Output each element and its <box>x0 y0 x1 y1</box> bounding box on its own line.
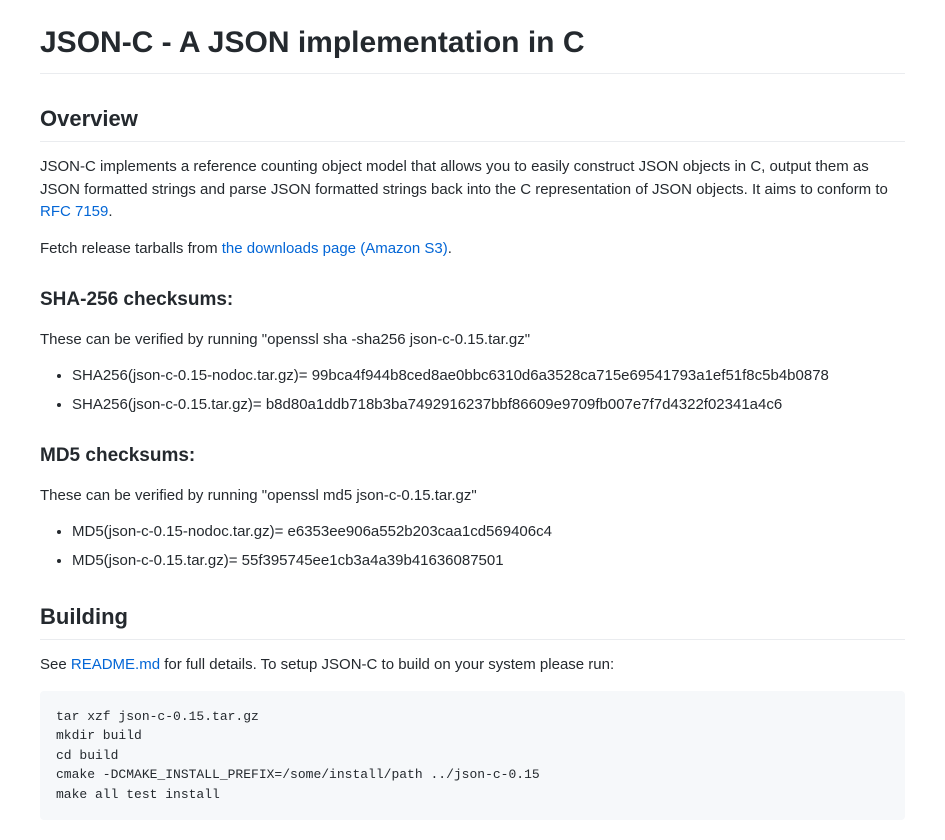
building-heading: Building <box>40 600 905 640</box>
overview-intro-text-1: JSON-C implements a reference counting o… <box>40 158 888 198</box>
sha256-list: SHA256(json-c-0.15-nodoc.tar.gz)= 99bca4… <box>40 365 905 416</box>
building-see-text-2: for full details. To setup JSON-C to bui… <box>160 656 614 673</box>
overview-heading: Overview <box>40 102 905 142</box>
overview-intro-text-2: . <box>108 203 112 220</box>
build-code-block: tar xzf json-c-0.15.tar.gz mkdir build c… <box>40 691 905 821</box>
readme-link[interactable]: README.md <box>71 656 160 673</box>
building-see: See README.md for full details. To setup… <box>40 654 905 677</box>
fetch-text-2: . <box>448 240 452 257</box>
list-item: MD5(json-c-0.15-nodoc.tar.gz)= e6353ee90… <box>72 521 905 544</box>
list-item: SHA256(json-c-0.15-nodoc.tar.gz)= 99bca4… <box>72 365 905 388</box>
list-item: MD5(json-c-0.15.tar.gz)= 55f395745ee1cb3… <box>72 550 905 573</box>
page-title: JSON-C - A JSON implementation in C <box>40 20 905 74</box>
overview-intro: JSON-C implements a reference counting o… <box>40 156 905 224</box>
downloads-link[interactable]: the downloads page (Amazon S3) <box>222 240 448 257</box>
rfc-link[interactable]: RFC 7159 <box>40 203 108 220</box>
building-see-text-1: See <box>40 656 71 673</box>
md5-heading: MD5 checksums: <box>40 442 905 471</box>
list-item: SHA256(json-c-0.15.tar.gz)= b8d80a1ddb71… <box>72 394 905 417</box>
md5-verify-text: These can be verified by running "openss… <box>40 485 905 508</box>
sha256-heading: SHA-256 checksums: <box>40 286 905 315</box>
md5-list: MD5(json-c-0.15-nodoc.tar.gz)= e6353ee90… <box>40 521 905 572</box>
sha256-verify-text: These can be verified by running "openss… <box>40 329 905 352</box>
fetch-text-1: Fetch release tarballs from <box>40 240 222 257</box>
fetch-paragraph: Fetch release tarballs from the download… <box>40 238 905 261</box>
